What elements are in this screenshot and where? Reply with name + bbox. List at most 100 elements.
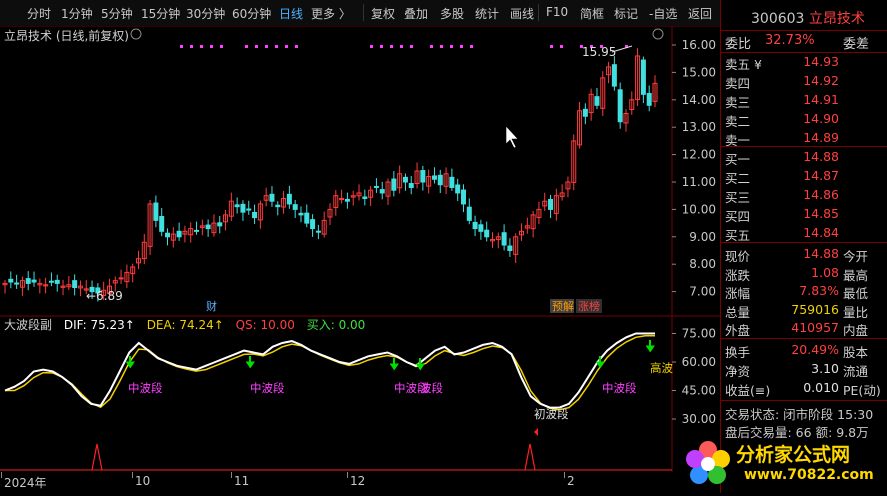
candle-body	[594, 96, 600, 106]
y-tick-label: 9.00	[689, 230, 716, 244]
quote-row: 卖五 ¥ 14.93	[725, 54, 885, 72]
toolbar-item[interactable]: 叠加	[404, 5, 428, 22]
quote-label: 外盘	[725, 323, 751, 338]
quote-label: 卖三	[725, 95, 751, 110]
candle-body	[54, 279, 60, 284]
toolbar-item[interactable]: 60分钟	[232, 5, 271, 22]
quote-row: 换手 20.49% 股本	[725, 342, 885, 360]
candle-body	[118, 277, 124, 280]
y-tick-label: 14.00	[682, 93, 716, 107]
dif-line	[4, 332, 655, 409]
toolbar-item[interactable]: 15分钟	[141, 5, 180, 22]
candle-body	[373, 185, 379, 188]
signal-dot	[200, 45, 203, 48]
quote-row: 外盘 410957 内盘	[725, 320, 885, 338]
watermark-url: www.70822.com	[744, 467, 874, 483]
quote-row: 卖二 14.90	[725, 111, 885, 129]
toolbar-item[interactable]: 更多 〉	[311, 5, 351, 22]
toolbar-item[interactable]: 30分钟	[186, 5, 225, 22]
signal-dot	[460, 45, 463, 48]
buy-arrow-icon	[390, 363, 399, 371]
candle-body	[315, 230, 321, 233]
kline-chart[interactable]: 16.00 15.00 14.00 13.00 12.00 11.00 10.00 9.00 8…	[0, 26, 720, 472]
toolbar-item[interactable]: 画线	[510, 5, 534, 22]
toolbar-item[interactable]: 分时	[27, 5, 51, 22]
quote-value: 14.85	[803, 206, 839, 221]
quote-label: 卖二	[725, 114, 751, 129]
toolbar-item[interactable]: 复权	[371, 5, 395, 22]
quote-row: 净资 3.10 流通	[725, 361, 885, 379]
sell-arrow-icon	[534, 428, 538, 436]
y-tick-label: 15.00	[682, 65, 716, 79]
candle-body	[153, 202, 159, 221]
candle-body	[31, 279, 37, 283]
signal-dot	[245, 45, 248, 48]
candle-body	[611, 64, 617, 87]
toolbar-item[interactable]: 简框	[580, 5, 604, 22]
buy-label: 买入: 0.00	[306, 318, 366, 332]
indicator-name[interactable]: 大波段副	[4, 318, 52, 332]
quote-label-2: 内盘	[843, 323, 869, 338]
wave-label: 中波段	[602, 381, 637, 395]
candle-body	[379, 189, 385, 194]
candle-body	[501, 232, 507, 246]
quote-row: 收益(≡) 0.010 PE(动)	[725, 380, 885, 398]
toolbar-item[interactable]: -自选	[649, 5, 677, 22]
candle-body	[640, 59, 646, 95]
quote-row: 涨幅 7.83% 最低	[725, 283, 885, 301]
qs-spike	[91, 443, 103, 471]
toolbar-item[interactable]: 5分钟	[101, 5, 133, 22]
buy-arrow-icon	[596, 361, 605, 369]
signal-dot	[450, 45, 453, 48]
stock-name: 立昂技术	[808, 11, 865, 27]
candle-body	[14, 282, 20, 285]
date-tick: 2	[567, 474, 575, 488]
toolbar-item[interactable]: F10	[546, 5, 568, 19]
quote-value: 14.88	[803, 149, 839, 164]
quote-value: 20.49%	[791, 342, 839, 357]
wave-label: 中波段	[128, 381, 163, 395]
candle-body	[269, 193, 275, 202]
candle-body	[484, 229, 490, 238]
signal-dot	[390, 45, 393, 48]
toolbar-item[interactable]: 1分钟	[61, 5, 93, 22]
title-dropdown-icon	[130, 28, 142, 40]
quote-row: 总量 759016 量比	[725, 302, 885, 320]
candle-body	[217, 222, 223, 227]
signal-dot	[430, 45, 433, 48]
toolbar-item[interactable]: 返回	[688, 5, 712, 22]
quote-label: 净资	[725, 364, 751, 379]
candle-body	[194, 229, 200, 232]
candle-body	[275, 204, 281, 208]
chart-settings-icon	[652, 28, 664, 40]
toolbar-item[interactable]: 日线	[279, 5, 303, 22]
signal-dot	[220, 45, 223, 48]
quote-row: 涨跌 1.08 最高	[725, 265, 885, 283]
toolbar-item[interactable]: 多股	[440, 5, 464, 22]
quote-row: 买三 14.86	[725, 187, 885, 205]
candle-body	[344, 198, 350, 202]
y-tick-label: 11.00	[682, 175, 716, 189]
quote-label: 卖四	[725, 76, 751, 91]
quote-label-2: 股本	[843, 345, 869, 360]
candle-body	[478, 224, 484, 232]
quote-row: 买四 14.85	[725, 206, 885, 224]
y-tick-label: 10.00	[682, 202, 716, 216]
quote-value: 14.91	[803, 92, 839, 107]
toolbar-item[interactable]: 标记	[614, 5, 638, 22]
quote-label-2: 流通	[843, 364, 869, 379]
candle-body	[455, 184, 461, 194]
quote-value: 3.10	[811, 361, 839, 376]
stock-header: 300603 立昂技术	[751, 8, 865, 28]
candle-body	[292, 204, 298, 210]
date-tick: 12	[350, 474, 366, 488]
candle-body	[72, 280, 78, 288]
toolbar-item[interactable]: 统计	[475, 5, 499, 22]
y-tick-label: 12.00	[682, 148, 716, 162]
quote-row: 买五 14.84	[725, 225, 885, 243]
dea-label: DEA: 74.24↑	[146, 318, 224, 332]
signal-dot	[380, 45, 383, 48]
stock-code: 300603	[751, 11, 805, 27]
quote-row: 卖三 14.91	[725, 92, 885, 110]
quote-row: 买一 14.88	[725, 149, 885, 167]
